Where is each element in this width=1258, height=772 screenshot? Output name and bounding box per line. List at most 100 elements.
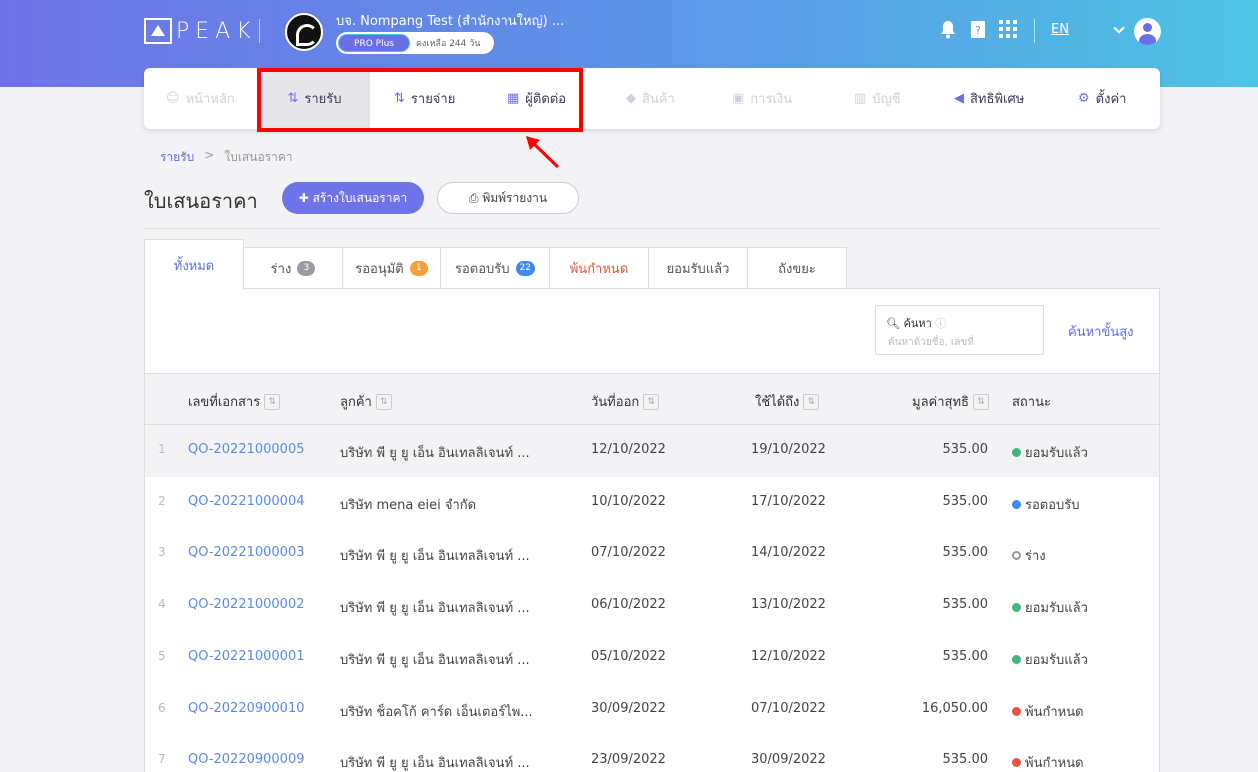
chevron-down-icon[interactable] xyxy=(1113,22,1125,34)
doc-number-link[interactable]: QO-20220900009 xyxy=(188,752,305,767)
tab-all[interactable]: ทั้งหมด xyxy=(144,239,244,290)
header-divider xyxy=(259,19,260,43)
sort-icon[interactable]: ⇅ xyxy=(264,393,281,410)
nav-item-privileges[interactable]: ◀ สิทธิพิเศษ xyxy=(954,68,1024,129)
nav-label: สินค้า xyxy=(642,92,675,107)
valid-until-date: 17/10/2022 xyxy=(751,493,826,509)
money-icon: ▣ xyxy=(732,91,745,106)
valid-until-date: 14/10/2022 xyxy=(751,545,826,561)
doc-number-link[interactable]: QO-20220900010 xyxy=(188,701,305,716)
net-amount: 535.00 xyxy=(942,545,989,561)
nav-item-settings[interactable]: ⚙ ตั้งค่า xyxy=(1078,68,1126,129)
status-dot-icon xyxy=(1012,551,1021,561)
tab-label: ทั้งหมด xyxy=(173,258,215,274)
status-badge: ร่าง xyxy=(1012,545,1046,566)
breadcrumb-root[interactable]: รายรับ xyxy=(160,148,194,167)
table-row[interactable]: 6 QO-20220900010 บริษัท ช็อคโก้ คาร์ด เอ็น… xyxy=(145,684,1159,736)
status-text: ยอมรับแล้ว xyxy=(1025,652,1088,668)
tab-awaiting-response[interactable]: รอตอบรับ 22 xyxy=(440,247,550,289)
net-amount: 535.00 xyxy=(942,442,989,457)
logo-mark-icon xyxy=(144,18,172,44)
status-text: พ้นกำหนด xyxy=(1025,704,1084,720)
annotation-arrow-icon xyxy=(526,136,560,169)
sort-icon[interactable]: ⇅ xyxy=(803,393,820,410)
company-name[interactable]: บจ. Nompang Test (สำนักงานใหญ่) ... xyxy=(336,10,564,31)
tab-label: รออนุมัติ xyxy=(355,262,404,277)
search-input[interactable]: 🔍︎ ค้นหา ⓘ ค้นหาด้วยชื่อ, เลขที่ xyxy=(875,305,1044,355)
column-header-valid-until[interactable]: ใช้ได้ถึง ⇅ xyxy=(755,391,820,412)
table-row[interactable]: 5 QO-20221000001 บริษัท พี ยู ยู เอ็น อินเ… xyxy=(145,632,1159,684)
row-index: 3 xyxy=(158,545,166,560)
doc-number-link[interactable]: QO-20221000002 xyxy=(188,597,305,612)
sort-icon[interactable]: ⇅ xyxy=(375,393,392,410)
breadcrumb-separator: > xyxy=(204,148,215,162)
row-index: 5 xyxy=(158,648,166,663)
customer-name: บริษัท พี ยู ยู เอ็น อินเทลลิเจนท์ ... xyxy=(340,601,530,617)
tab-overdue[interactable]: พ้นกำหนด xyxy=(549,247,649,289)
tab-label: ยอมรับแล้ว xyxy=(666,262,730,277)
user-icon[interactable] xyxy=(1134,18,1161,45)
nav-item-home[interactable]: ☺ หน้าหลัก xyxy=(166,68,235,129)
issue-date: 07/10/2022 xyxy=(591,545,666,561)
column-header-net-amount[interactable]: มูลค่าสุทธิ ⇅ xyxy=(912,391,989,412)
megaphone-icon: ◀ xyxy=(954,91,964,106)
sort-icon[interactable]: ⇅ xyxy=(643,393,660,410)
advanced-search-link[interactable]: ค้นหาขั้นสูง xyxy=(1068,321,1134,342)
row-index: 7 xyxy=(158,752,166,767)
tab-trash[interactable]: ถังขยะ xyxy=(747,247,847,289)
table-row[interactable]: 2 QO-20221000004 บริษัท mena eiei จำกัด 10/… xyxy=(145,477,1159,529)
status-dot-icon xyxy=(1012,758,1021,768)
breadcrumb: รายรับ > ใบเสนอราคา xyxy=(160,148,293,167)
status-badge: ยอมรับแล้ว xyxy=(1012,649,1088,670)
status-text: รอตอบรับ xyxy=(1025,497,1080,513)
gear-icon: ⚙ xyxy=(1078,91,1090,106)
divider xyxy=(144,228,1160,229)
tab-label: ร่าง xyxy=(270,262,292,277)
company-avatar[interactable] xyxy=(285,13,323,51)
tab-pending-approval[interactable]: รออนุมัติ 1 xyxy=(342,247,441,289)
tab-draft[interactable]: ร่าง 3 xyxy=(243,247,343,289)
column-label: สถานะ xyxy=(1012,395,1051,410)
customer-name: บริษัท พี ยู ยู เอ็น อินเทลลิเจนท์ ... xyxy=(340,652,530,668)
logo-text: PEAK xyxy=(176,18,257,44)
customer-name: บริษัท mena eiei จำกัด xyxy=(340,497,477,513)
header-divider-2 xyxy=(1034,19,1035,43)
doc-number-link[interactable]: QO-20221000003 xyxy=(188,545,305,560)
column-header-doc-number[interactable]: เลขที่เอกสาร ⇅ xyxy=(188,391,281,412)
plan-remaining: คงเหลือ 244 วัน xyxy=(416,39,481,49)
column-header-customer[interactable]: ลูกค้า ⇅ xyxy=(340,391,392,412)
apps-grid-icon[interactable] xyxy=(999,20,1017,43)
sort-icon[interactable]: ⇅ xyxy=(972,393,989,410)
print-report-button[interactable]: ⎙ พิมพ์รายงาน xyxy=(437,182,579,214)
status-dot-icon xyxy=(1012,448,1021,457)
search-icon: 🔍︎ xyxy=(886,317,900,330)
table-row[interactable]: 7 QO-20220900009 บริษัท พี ยู ยู เอ็น อินเ… xyxy=(145,735,1159,772)
doc-number-link[interactable]: QO-20221000001 xyxy=(188,649,305,664)
table-row[interactable]: 4 QO-20221000002 บริษัท พี ยู ยู เอ็น อินเ… xyxy=(145,580,1159,632)
nav-item-accounting[interactable]: ▥ บัญชี xyxy=(854,68,900,129)
nav-item-finance[interactable]: ▣ การเงิน xyxy=(732,68,792,129)
doc-number-link[interactable]: QO-20221000004 xyxy=(188,494,305,509)
tab-accepted[interactable]: ยอมรับแล้ว xyxy=(648,247,748,289)
issue-date: 05/10/2022 xyxy=(591,648,666,664)
help-icon[interactable]: ? xyxy=(970,20,986,45)
help-circle-icon[interactable]: ⓘ xyxy=(935,317,946,330)
nav-label: การเงิน xyxy=(750,92,793,107)
bell-icon[interactable] xyxy=(939,20,957,45)
column-header-issue-date[interactable]: วันที่ออก ⇅ xyxy=(591,391,660,412)
plan-pill: PRO Plus คงเหลือ 244 วัน xyxy=(336,32,494,54)
ledger-icon: ▥ xyxy=(854,91,867,106)
table-header: เลขที่เอกสาร ⇅ ลูกค้า ⇅ วันที่ออก ⇅ ใช้ได้ถ… xyxy=(145,373,1159,425)
nav-item-products[interactable]: ◆ สินค้า xyxy=(626,68,675,129)
issue-date: 06/10/2022 xyxy=(591,597,666,613)
table-row[interactable]: 3 QO-20221000003 บริษัท พี ยู ยู เอ็น อินเ… xyxy=(145,528,1159,580)
table-row[interactable]: 1 QO-20221000005 บริษัท พี ยู ยู เอ็น อินเ… xyxy=(145,425,1159,477)
peak-logo[interactable]: PEAK xyxy=(144,18,257,44)
create-quotation-button[interactable]: ✚ สร้างใบเสนอราคา xyxy=(282,182,424,214)
breadcrumb-current: ใบเสนอราคา xyxy=(224,150,293,164)
language-switch[interactable]: EN xyxy=(1051,22,1069,37)
status-badge: ยอมรับแล้ว xyxy=(1012,442,1088,463)
product-box-icon: ◆ xyxy=(626,91,636,106)
count-badge: 3 xyxy=(297,261,316,276)
doc-number-link[interactable]: QO-20221000005 xyxy=(188,442,305,457)
